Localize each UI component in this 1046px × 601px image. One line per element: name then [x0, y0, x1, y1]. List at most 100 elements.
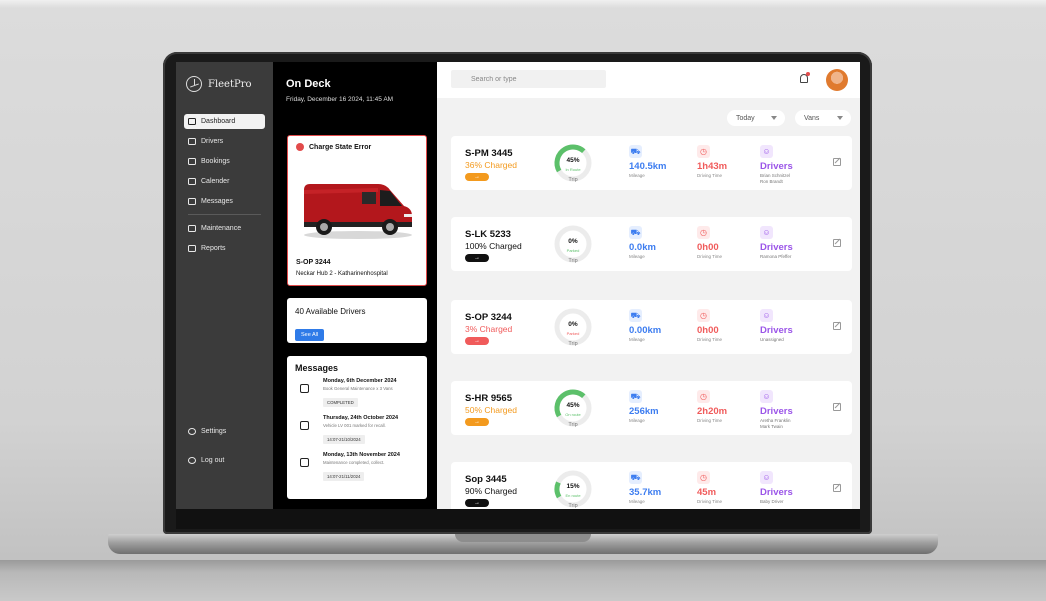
vehicle-detail-button[interactable]: →: [465, 337, 489, 345]
laptop-bezel: [176, 509, 860, 529]
folder-icon: [188, 245, 196, 252]
period-filter-select[interactable]: Today: [727, 110, 785, 126]
vehicle-detail-button[interactable]: →: [465, 254, 489, 262]
sidebar-item-label: Drivers: [201, 138, 224, 145]
clock-icon: ◷: [697, 471, 710, 484]
sidebar-item-calender[interactable]: Calender: [184, 174, 265, 189]
alert-icon: [296, 143, 304, 151]
top-bar: [437, 62, 860, 98]
panel-date: Friday, December 16 2024, 11:45 AM: [286, 96, 394, 103]
message-item[interactable]: Monday, 13th November 2024 Maintenance co…: [295, 452, 419, 483]
sidebar-item-messages[interactable]: Messages: [184, 194, 265, 209]
vehicle-filter-value: Vans: [804, 114, 820, 122]
sidebar-item-reports[interactable]: Reports: [184, 241, 265, 256]
driving-time-value: 0h00: [697, 325, 719, 336]
vehicle-row[interactable]: S-OP 3244 3% Charged → 0% Parked Trip ⛟ 0.00km M…: [451, 300, 852, 354]
smiley-icon: ☺: [760, 145, 773, 158]
wrench-icon: [188, 225, 196, 232]
drivers-title: Drivers: [760, 325, 793, 336]
search-input[interactable]: [451, 70, 606, 88]
sidebar-item-log-out[interactable]: Log out: [184, 453, 265, 468]
car-icon: [188, 158, 196, 165]
charge-error-card[interactable]: Charge State Error S-OP 3244 Neckar Hub …: [287, 135, 427, 286]
edit-icon[interactable]: [833, 484, 841, 492]
brand-logo[interactable]: FleetPro: [184, 76, 265, 92]
clipboard-icon: [300, 421, 309, 430]
see-all-button[interactable]: See All: [295, 329, 325, 341]
vehicle-row[interactable]: S-LK 5233 100% Charged → 0% Parked Trip ⛟ 0.0km…: [451, 217, 852, 271]
nav-divider: [188, 214, 261, 215]
user-avatar[interactable]: [826, 69, 848, 91]
notification-bell-icon[interactable]: [800, 72, 810, 83]
trip-status: Parked: [566, 248, 580, 253]
sidebar-item-settings[interactable]: Settings: [184, 424, 265, 439]
available-drivers-title: 40 Available Drivers: [295, 307, 366, 316]
driving-time-value: 45m: [697, 487, 717, 498]
mileage-value: 140.5km: [629, 161, 667, 172]
vehicle-row[interactable]: S-HR 9565 50% Charged → 45% On route Trip ⛟ 256…: [451, 381, 852, 435]
message-text: Book General Maintenance x 3 Vans: [323, 386, 393, 391]
trip-label: Trip: [568, 177, 578, 183]
charge-status: 50% Charged: [465, 405, 517, 415]
gear-icon: [188, 428, 196, 435]
mileage-value: 0.0km: [629, 242, 656, 253]
mileage-value: 0.00km: [629, 325, 662, 336]
trip-percent: 15%: [566, 483, 580, 490]
logout-icon: [188, 457, 196, 464]
vehicle-plate: S-HR 9565: [465, 393, 512, 404]
sidebar-item-label: Messages: [201, 198, 233, 205]
main-content: Today Vans S-PM 344536% Charged → 45% In Ro…: [437, 62, 860, 509]
mileage-label: Mileage: [629, 173, 645, 178]
smiley-icon: ☺: [760, 390, 773, 403]
trip-label: Trip: [568, 341, 578, 347]
sidebar-item-maintenance[interactable]: Maintenance: [184, 221, 265, 236]
driver-name: Ron Brandt: [760, 179, 783, 185]
sidebar-item-label: Dashboard: [201, 118, 236, 125]
drivers-title: Drivers: [760, 487, 793, 498]
sidebar-item-drivers[interactable]: Drivers: [184, 134, 265, 149]
panel-title: On Deck: [286, 78, 331, 90]
driving-time-value: 2h20m: [697, 406, 728, 417]
van-image: [304, 184, 412, 239]
driver-name: Unassigned: [760, 337, 784, 342]
driving-time-value: 1h43m: [697, 161, 728, 172]
sidebar-item-dashboard[interactable]: Dashboard: [184, 114, 265, 129]
edit-icon[interactable]: [833, 403, 841, 411]
charge-status: 3% Charged: [465, 324, 513, 334]
vehicle-detail-button[interactable]: →: [465, 499, 489, 507]
mileage-label: Mileage: [629, 337, 645, 342]
vehicle-plate: S-OP 3244: [465, 312, 512, 323]
message-item[interactable]: Monday, 6th December 2024 Book General Ma…: [295, 378, 419, 409]
edit-icon[interactable]: [833, 322, 841, 330]
sidebar-item-bookings[interactable]: Bookings: [184, 154, 265, 169]
charge-status: 36% Charged: [465, 160, 517, 170]
driver-name: Ramona Pfeffer: [760, 254, 792, 259]
edit-icon[interactable]: [833, 239, 841, 247]
driver-names: Ramona Pfeffer: [760, 254, 791, 260]
chevron-down-icon: [771, 116, 777, 120]
message-item[interactable]: Thursday, 24th October 2024 Vehicle LV 00…: [295, 415, 419, 446]
chat-icon: [300, 384, 309, 393]
error-vehicle-location: Neckar Hub 2 - Katharinenhospital: [296, 271, 388, 277]
driver-name: Baby Driver: [760, 499, 784, 504]
trip-percent: 45%: [566, 157, 580, 164]
sidebar: FleetPro Dashboard Drivers Bookings Calende…: [176, 62, 273, 509]
sidebar-nav: Dashboard Drivers Bookings Calender Messages…: [184, 114, 265, 256]
clock-icon: ◷: [697, 145, 710, 158]
edit-icon[interactable]: [833, 158, 841, 166]
vehicle-row[interactable]: S-PM 3445 36% Charged → 45% In Route Trip ⛟ 140…: [451, 136, 852, 190]
message-text: Maintenance completed, collect.: [323, 460, 385, 465]
vehicle-filter-select[interactable]: Vans: [795, 110, 851, 126]
charge-status: 100% Charged: [465, 241, 522, 251]
vehicle-detail-button[interactable]: →: [465, 418, 489, 426]
vehicle-plate: Sop 3445: [465, 474, 507, 485]
vehicle-detail-button[interactable]: →: [465, 173, 489, 181]
vehicle-plate: S-PM 3445: [465, 148, 513, 159]
vehicle-row[interactable]: Sop 3445 90% Charged → 15% En route Trip ⛟ 35.7…: [451, 462, 852, 509]
sidebar-item-label: Settings: [201, 428, 227, 435]
trip-status: Parked: [566, 331, 580, 336]
message-icon: [188, 198, 196, 205]
clock-icon: ◷: [697, 226, 710, 239]
trip-percent: 0%: [568, 238, 578, 245]
trip-status: On route: [565, 412, 581, 417]
